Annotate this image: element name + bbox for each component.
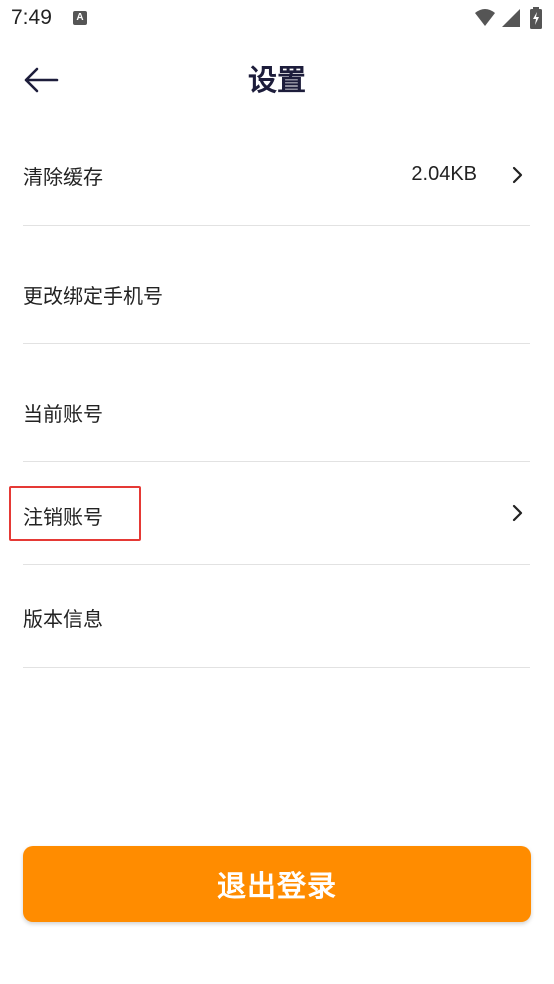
- chevron-right-icon: [512, 166, 523, 184]
- status-time: 7:49: [11, 6, 52, 29]
- clear-cache-label: 清除缓存: [23, 165, 103, 189]
- change-phone-label: 更改绑定手机号: [23, 284, 163, 308]
- cache-size-value: 2.04KB: [411, 163, 477, 185]
- back-button[interactable]: [20, 60, 62, 100]
- current-account-item[interactable]: 当前账号: [23, 344, 530, 462]
- wifi-icon: [475, 9, 495, 26]
- signal-icon: [502, 9, 520, 27]
- notification-icon: A: [73, 11, 87, 25]
- version-info-label: 版本信息: [23, 607, 103, 631]
- logout-label: 退出登录: [216, 869, 337, 903]
- status-bar: 7:49 A: [0, 0, 554, 38]
- settings-list: 清除缓存 2.04KB 更改绑定手机号 当前账号 注销账号 版本信息: [23, 115, 530, 668]
- page-title: 设置: [247, 63, 306, 97]
- arrow-left-icon: [24, 67, 59, 93]
- version-info-item[interactable]: 版本信息: [23, 565, 530, 668]
- logout-button[interactable]: 退出登录: [23, 846, 531, 922]
- battery-charging-icon: [530, 7, 542, 29]
- change-phone-item[interactable]: 更改绑定手机号: [23, 226, 530, 344]
- current-account-label: 当前账号: [23, 402, 103, 426]
- clear-cache-item[interactable]: 清除缓存 2.04KB: [23, 115, 530, 226]
- title-bar: 设置: [0, 50, 554, 110]
- chevron-right-icon: [512, 504, 523, 522]
- highlight-box: [9, 486, 141, 541]
